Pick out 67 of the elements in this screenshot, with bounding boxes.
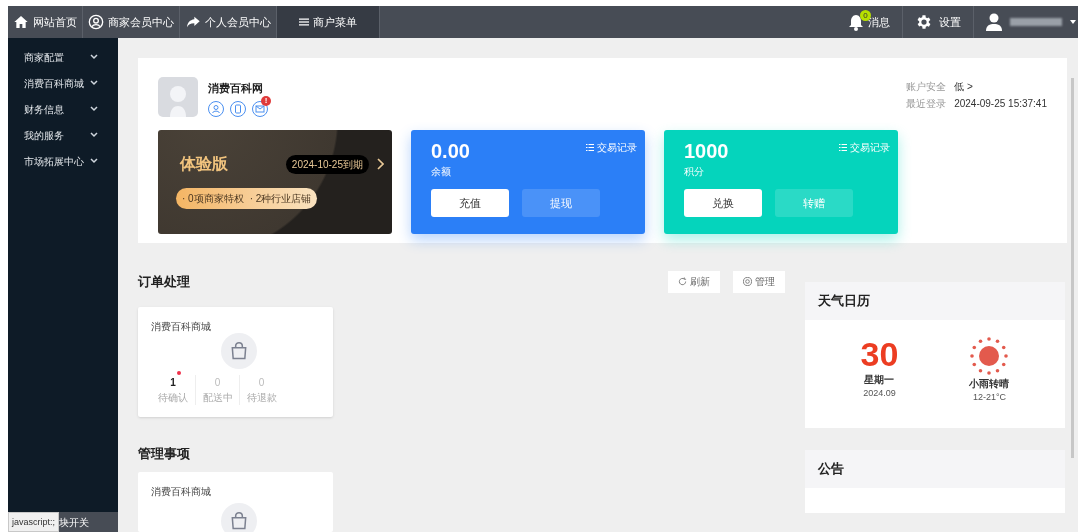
caret-icon bbox=[1070, 20, 1076, 24]
calendar-day: 30 bbox=[860, 336, 899, 372]
chevron-down-icon bbox=[90, 106, 98, 112]
sidebar-item[interactable]: 市场拓展中心 bbox=[8, 148, 118, 174]
weekday: 星期一 bbox=[864, 373, 895, 387]
blurred-username bbox=[1010, 18, 1062, 26]
stat-count: 0 bbox=[214, 375, 221, 390]
sidebar-item[interactable]: 消费百科商城 bbox=[8, 70, 118, 96]
section-title: 订单处理 bbox=[138, 272, 190, 291]
user-verify-icon[interactable] bbox=[208, 100, 224, 117]
month: 2024.09 bbox=[863, 387, 896, 400]
section-title: 管理事项 bbox=[138, 444, 191, 463]
share-arrow-icon bbox=[185, 14, 201, 30]
sidebar-item[interactable]: 我的服务 bbox=[8, 122, 118, 148]
sidebar-item[interactable]: 商家配置 bbox=[8, 44, 118, 70]
manage-button[interactable]: 管理 bbox=[733, 270, 785, 293]
mail-verify-icon[interactable] bbox=[252, 100, 268, 117]
wallet-action-button[interactable]: 兑换 bbox=[684, 189, 762, 217]
wallet-amount: 1000 bbox=[684, 139, 729, 164]
refresh-icon bbox=[678, 277, 687, 286]
bell-icon bbox=[848, 13, 864, 31]
last-login-time: 2024-09-25 15:37:41 bbox=[954, 97, 1047, 111]
perk-text: · 0项商家特权 bbox=[182, 192, 244, 206]
vip-title: 体验版 bbox=[180, 154, 228, 174]
shopping-bag-icon bbox=[220, 503, 257, 532]
avatar-placeholder bbox=[158, 77, 198, 117]
chevron-down-icon bbox=[90, 80, 98, 86]
home-icon bbox=[13, 14, 29, 30]
chevron-down-icon bbox=[90, 132, 98, 138]
security-label: 账户安全 bbox=[906, 80, 947, 94]
user-circle-icon bbox=[88, 14, 104, 30]
transaction-record-link[interactable]: 交易记录 bbox=[586, 138, 637, 155]
weather-condition: 小雨转晴 bbox=[969, 377, 1010, 391]
wallet-label: 积分 bbox=[684, 165, 705, 179]
user-icon bbox=[986, 13, 1002, 31]
list-icon bbox=[586, 144, 594, 151]
security-level-link[interactable]: 低 > bbox=[954, 79, 1047, 94]
chevron-right-icon[interactable] bbox=[377, 158, 384, 170]
card-title: 公告 bbox=[818, 460, 844, 479]
phone-verify-icon[interactable] bbox=[230, 100, 246, 117]
chevron-down-icon bbox=[90, 158, 98, 164]
target-icon bbox=[743, 277, 752, 286]
store-title: 消费百科商城 bbox=[151, 319, 212, 334]
settings-icon bbox=[915, 13, 933, 31]
wallet-label: 余额 bbox=[431, 165, 452, 179]
refresh-button[interactable]: 刷新 bbox=[668, 270, 720, 293]
wallet-action-button[interactable]: 充值 bbox=[431, 189, 509, 217]
status-bar-url: javascript:; bbox=[8, 512, 59, 532]
expiry-badge: 2024-10-25到期 bbox=[285, 154, 369, 174]
sun-icon bbox=[969, 336, 1010, 376]
shopping-bag-icon bbox=[220, 332, 257, 369]
scrollbar[interactable] bbox=[1071, 78, 1074, 458]
stat-count: 0 bbox=[258, 375, 265, 390]
stat-count: 1 bbox=[170, 375, 176, 390]
alert-badge: ! bbox=[261, 95, 271, 106]
store-name: 消费百科网 bbox=[208, 81, 264, 96]
card-title: 天气日历 bbox=[818, 292, 870, 311]
nav-tab[interactable]: 商户菜单 bbox=[277, 6, 380, 38]
wallet-amount: 0.00 bbox=[431, 139, 470, 164]
sidebar-footer-text[interactable]: 块开关 bbox=[59, 514, 89, 530]
list-icon bbox=[839, 144, 847, 151]
sidebar-item[interactable]: 财务信息 bbox=[8, 96, 118, 122]
temperature-range: 12-21°C bbox=[972, 391, 1006, 404]
chevron-down-icon bbox=[90, 54, 98, 60]
perk-text: · 2种行业店铺 bbox=[249, 192, 312, 206]
last-login-label: 最近登录 bbox=[906, 97, 947, 111]
store-title: 消费百科商城 bbox=[151, 485, 212, 499]
